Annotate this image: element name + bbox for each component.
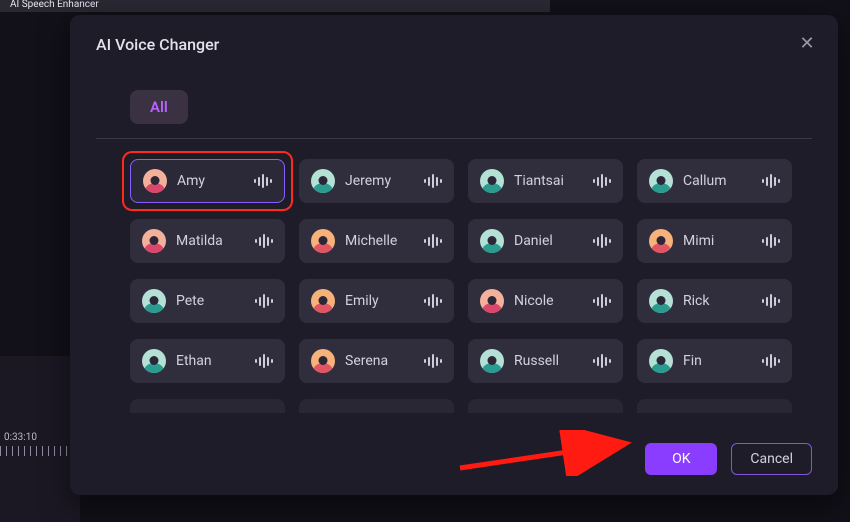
voice-card[interactable]: Serena: [299, 339, 454, 383]
voice-name: Russell: [514, 353, 583, 369]
voice-name: Mimi: [683, 233, 752, 249]
close-icon[interactable]: ✕: [798, 35, 816, 53]
voice-card[interactable]: Jeremy: [299, 159, 454, 203]
voice-card[interactable]: Pete: [130, 279, 285, 323]
voice-card-peek: [299, 399, 454, 413]
dialog-footer: OK Cancel: [645, 443, 812, 475]
waveform-icon[interactable]: [255, 294, 273, 308]
voice-name: Rick: [683, 293, 752, 309]
voice-name: Callum: [683, 173, 752, 189]
avatar-icon: [649, 229, 673, 253]
waveform-icon[interactable]: [762, 234, 780, 248]
avatar-icon: [311, 169, 335, 193]
voice-grid: Amy Jeremy Tiantsai Callum Matilda Michelle Da…: [96, 159, 812, 413]
avatar-icon: [480, 229, 504, 253]
tab-all[interactable]: All: [130, 90, 188, 124]
voice-name: Jeremy: [345, 173, 414, 189]
waveform-icon[interactable]: [762, 354, 780, 368]
waveform-icon[interactable]: [424, 354, 442, 368]
voice-card[interactable]: Matilda: [130, 219, 285, 263]
avatar-icon: [311, 289, 335, 313]
voice-card[interactable]: Michelle: [299, 219, 454, 263]
voice-card-peek: [468, 399, 623, 413]
ok-button[interactable]: OK: [645, 443, 717, 475]
waveform-icon[interactable]: [424, 174, 442, 188]
avatar-icon: [142, 349, 166, 373]
waveform-icon[interactable]: [255, 354, 273, 368]
voice-name: Emily: [345, 293, 414, 309]
avatar-icon: [480, 289, 504, 313]
voice-name: Amy: [177, 173, 244, 189]
voice-changer-dialog: AI Voice Changer ✕ All Amy Jeremy Tiantsai…: [70, 15, 838, 495]
cancel-button[interactable]: Cancel: [731, 443, 812, 475]
voice-card-peek: [637, 399, 792, 413]
voice-name: Tiantsai: [514, 173, 583, 189]
voice-card[interactable]: Tiantsai: [468, 159, 623, 203]
voice-name: Serena: [345, 353, 414, 369]
voice-card[interactable]: Nicole: [468, 279, 623, 323]
avatar-icon: [649, 349, 673, 373]
waveform-icon[interactable]: [424, 234, 442, 248]
voice-card-peek: [130, 399, 285, 413]
waveform-icon[interactable]: [762, 174, 780, 188]
avatar-icon: [311, 349, 335, 373]
voice-name: Ethan: [176, 353, 245, 369]
voice-card[interactable]: Daniel: [468, 219, 623, 263]
avatar-icon: [143, 169, 167, 193]
voice-name: Pete: [176, 293, 245, 309]
voice-card[interactable]: Amy: [130, 159, 285, 203]
waveform-icon[interactable]: [593, 294, 611, 308]
avatar-icon: [649, 289, 673, 313]
avatar-icon: [480, 349, 504, 373]
voice-name: Matilda: [176, 233, 245, 249]
avatar-icon: [311, 229, 335, 253]
voice-card[interactable]: Rick: [637, 279, 792, 323]
voice-name: Daniel: [514, 233, 583, 249]
voice-card[interactable]: Callum: [637, 159, 792, 203]
waveform-icon[interactable]: [593, 354, 611, 368]
avatar-icon: [649, 169, 673, 193]
voice-name: Fin: [683, 353, 752, 369]
timeline-ticks: [0, 446, 72, 456]
timeline-timestamp: 0:33:10: [4, 432, 37, 443]
background-top-label: AI Speech Enhancer: [10, 0, 99, 10]
voice-card[interactable]: Mimi: [637, 219, 792, 263]
avatar-icon: [142, 229, 166, 253]
waveform-icon[interactable]: [424, 294, 442, 308]
voice-name: Nicole: [514, 293, 583, 309]
voice-name: Michelle: [345, 233, 414, 249]
avatar-icon: [480, 169, 504, 193]
voice-card[interactable]: Emily: [299, 279, 454, 323]
waveform-icon[interactable]: [255, 234, 273, 248]
voice-card[interactable]: Fin: [637, 339, 792, 383]
voice-card[interactable]: Russell: [468, 339, 623, 383]
avatar-icon: [142, 289, 166, 313]
waveform-icon[interactable]: [593, 234, 611, 248]
waveform-icon[interactable]: [254, 174, 272, 188]
voice-card[interactable]: Ethan: [130, 339, 285, 383]
waveform-icon[interactable]: [762, 294, 780, 308]
tab-bar: All: [96, 90, 812, 139]
waveform-icon[interactable]: [593, 174, 611, 188]
background-top-strip: AI Speech Enhancer: [0, 0, 550, 12]
dialog-title: AI Voice Changer: [96, 35, 812, 54]
